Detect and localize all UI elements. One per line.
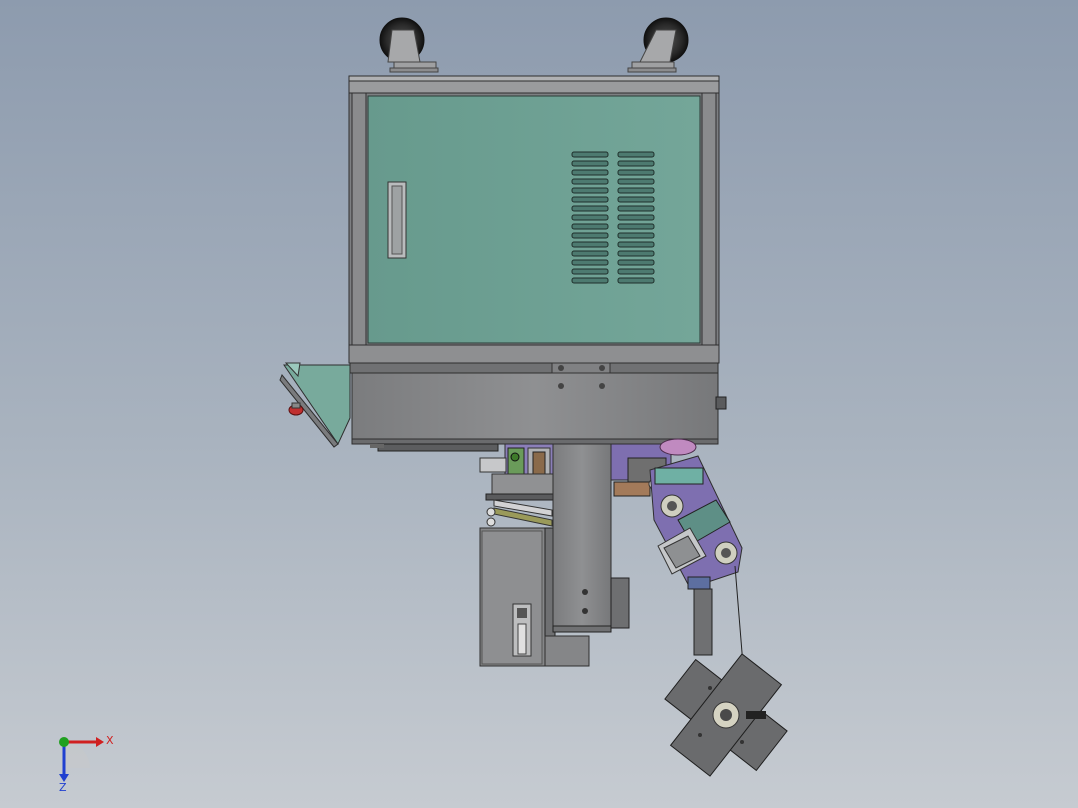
- caster-left: [379, 17, 439, 73]
- louver-slot: [617, 223, 655, 230]
- louver-slot: [571, 169, 609, 176]
- louver-slot: [617, 250, 655, 257]
- louver-slot: [617, 187, 655, 194]
- tape-reel: [664, 588, 788, 777]
- louver-slot: [571, 232, 609, 239]
- louver-slot: [617, 277, 655, 284]
- louver-slot: [571, 205, 609, 212]
- louver-slot: [571, 196, 609, 203]
- louver-slot: [617, 178, 655, 185]
- louver-slot: [571, 277, 609, 284]
- cad-viewport[interactable]: [0, 0, 1078, 808]
- louver-slot: [617, 151, 655, 158]
- louver-slot: [617, 205, 655, 212]
- caster-right: [627, 17, 689, 73]
- louver-slot: [571, 187, 609, 194]
- x-arrow-icon: [96, 737, 104, 747]
- x-axis-label: X: [106, 734, 114, 747]
- louver-slot: [571, 214, 609, 221]
- louver-slot: [571, 250, 609, 257]
- louver-slot: [617, 160, 655, 167]
- louver-slot: [617, 196, 655, 203]
- triad-plane: [64, 742, 90, 768]
- louver-slot: [571, 259, 609, 266]
- louver-slot: [571, 241, 609, 248]
- electrical-cabinet[interactable]: [348, 75, 720, 364]
- louver-slot: [571, 268, 609, 275]
- axis-triad: X Z: [59, 734, 114, 792]
- louver-slot: [571, 178, 609, 185]
- side-chute: [279, 362, 351, 448]
- swing-arm-assembly: [610, 438, 747, 703]
- louver-slot: [617, 232, 655, 239]
- louver-slot: [571, 223, 609, 230]
- louver-slot: [617, 259, 655, 266]
- lower-housing: [349, 362, 727, 452]
- z-axis-label: Z: [59, 781, 67, 792]
- louver-slot: [571, 160, 609, 167]
- louver-slot: [617, 241, 655, 248]
- louver-slot: [617, 214, 655, 221]
- louver-slot: [617, 268, 655, 275]
- y-axis-dot: [59, 737, 69, 747]
- louver-slot: [617, 169, 655, 176]
- louver-slot: [571, 151, 609, 158]
